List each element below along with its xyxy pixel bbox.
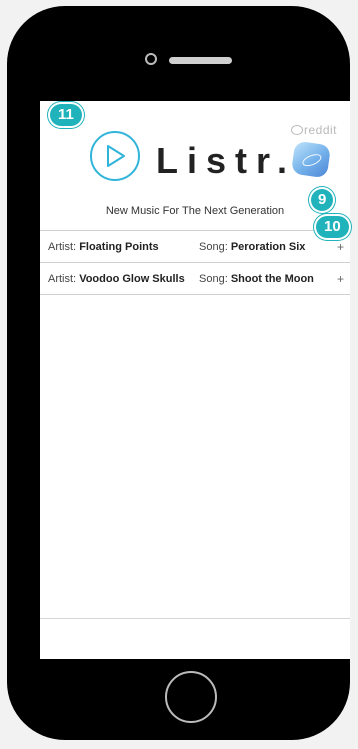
song-label: Song: [199,273,228,285]
annotation-badge-10: 10 [316,216,349,238]
track-row[interactable]: Artist: Voodoo Glow Skulls Song: Shoot t… [40,263,350,295]
artist-label: Artist: [48,273,77,285]
song-field: Song: Shoot the Moon [199,273,314,285]
camera [145,53,157,65]
artist-field: Artist: Voodoo Glow Skulls [48,273,185,285]
tagline: New Music For The Next Generation [105,205,285,217]
track-list: Artist: Floating Points Song: Peroration… [40,230,350,295]
footer-bar [40,618,350,659]
annotation-badge-11: 11 [50,104,82,126]
add-track-button[interactable]: + [337,240,344,254]
speaker [169,57,232,64]
add-track-button[interactable]: + [337,272,344,286]
home-button[interactable] [165,671,217,723]
song-label: Song: [199,241,228,253]
song-field: Song: Peroration Six [199,241,305,253]
play-logo-icon [90,131,140,181]
app-screen: ‹ reddit Listr. New Music For The Next G… [40,101,350,659]
song-title: Peroration Six [230,241,306,253]
artist-name: Floating Points [79,241,159,253]
song-title: Shoot the Moon [230,273,314,285]
artist-field: Artist: Floating Points [48,241,159,253]
track-row[interactable]: Artist: Floating Points Song: Peroration… [40,231,350,263]
reddit-logo: reddit [290,123,337,137]
reddit-alien-icon [290,125,303,135]
artist-label: Artist: [48,241,77,253]
brand-title: Listr. [156,140,297,181]
artist-name: Voodoo Glow Skulls [79,273,185,285]
reddit-label: reddit [303,123,337,137]
shortcuts-app-icon [290,140,332,179]
